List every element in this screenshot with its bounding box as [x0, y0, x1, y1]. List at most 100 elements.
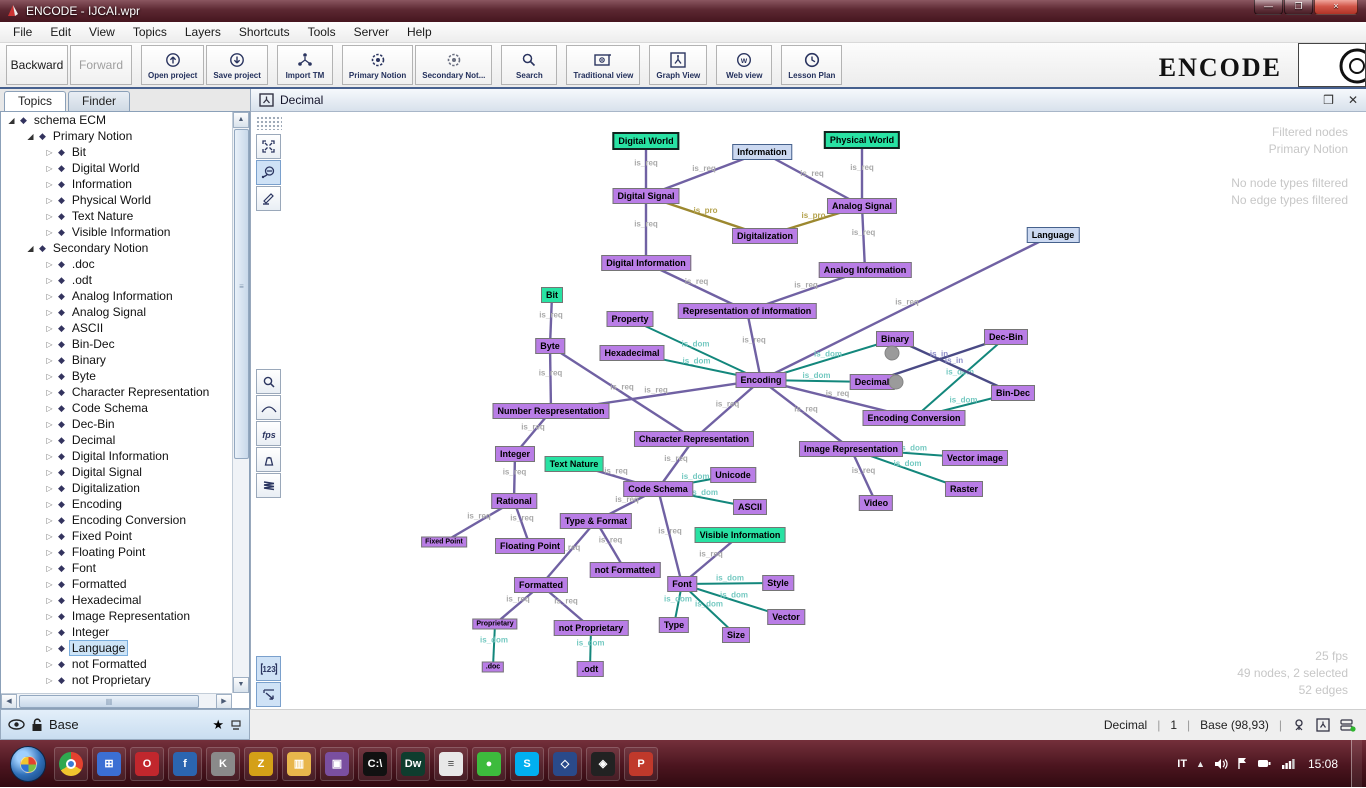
menu-item-view[interactable]: View: [80, 23, 124, 41]
graph-node-unicode[interactable]: Unicode: [710, 467, 756, 483]
graph-node-character-representation[interactable]: Character Representation: [634, 431, 754, 447]
tree-vertical-scrollbar[interactable]: ▲ ≡ ▼: [232, 112, 249, 693]
graph-node-information[interactable]: Information: [732, 144, 792, 160]
taskbar-icon-firefox-browser[interactable]: f: [168, 747, 202, 781]
graph-view-button[interactable]: Graph View: [649, 45, 707, 85]
tab-finder[interactable]: Finder: [68, 91, 130, 111]
expand-icon[interactable]: ▷: [43, 612, 56, 621]
open-project-button[interactable]: Open project: [141, 45, 204, 85]
graph-node-hexadecimal[interactable]: Hexadecimal: [599, 345, 664, 361]
tree-item-byte[interactable]: ▷◆Byte: [1, 368, 249, 384]
tree-item-schema-ecm[interactable]: ◢◆schema ECM: [1, 112, 249, 128]
tree-item-doc[interactable]: ▷◆.doc: [1, 256, 249, 272]
taskbar-icon-opera-browser[interactable]: O: [130, 747, 164, 781]
tab-topics[interactable]: Topics: [4, 91, 66, 111]
tree-item-floating-point[interactable]: ▷◆Floating Point: [1, 544, 249, 560]
graph-node-ascii[interactable]: ASCII: [733, 499, 767, 515]
taskbar-icon-app-grid[interactable]: ⊞: [92, 747, 126, 781]
taskbar-icon-energy-tool[interactable]: Z: [244, 747, 278, 781]
tree-item-odt[interactable]: ▷◆.odt: [1, 272, 249, 288]
collapse-icon[interactable]: ◢: [5, 116, 18, 125]
taskbar-clock[interactable]: 15:08: [1308, 757, 1338, 771]
zoom-tool[interactable]: [256, 369, 281, 394]
taskbar-icon-media-player[interactable]: ●: [472, 747, 506, 781]
tree-item-primary-notion[interactable]: ◢◆Primary Notion: [1, 128, 249, 144]
expand-icon[interactable]: ▷: [43, 532, 56, 541]
tree-item-character-representation[interactable]: ▷◆Character Representation: [1, 384, 249, 400]
graph-node-doc[interactable]: .doc: [482, 662, 504, 673]
backward-button[interactable]: Backward: [6, 45, 68, 85]
numbering-tool[interactable]: 123: [256, 656, 281, 681]
graph-node-visible-information[interactable]: Visible Information: [695, 527, 786, 543]
expand-icon[interactable]: ▷: [43, 276, 56, 285]
maximize-button[interactable]: ❐: [1284, 0, 1313, 15]
expand-icon[interactable]: ▷: [43, 676, 56, 685]
graph-node-formatted[interactable]: Formatted: [514, 577, 568, 593]
taskbar-icon-command-prompt[interactable]: C:\: [358, 747, 392, 781]
expand-icon[interactable]: ▷: [43, 516, 56, 525]
expand-icon[interactable]: ▷: [43, 180, 56, 189]
curve-tool[interactable]: [256, 395, 281, 420]
expand-icon[interactable]: ▷: [43, 308, 56, 317]
tree-item-image-representation[interactable]: ▷◆Image Representation: [1, 608, 249, 624]
pointer-tool[interactable]: [256, 682, 281, 707]
taskbar-icon-modeling-cube[interactable]: ◇: [548, 747, 582, 781]
tree-item-bin-dec[interactable]: ▷◆Bin-Dec: [1, 336, 249, 352]
graph-node-not-formatted[interactable]: not Formatted: [590, 562, 661, 578]
graph-node-code-schema[interactable]: Code Schema: [623, 481, 693, 497]
tree-item-encoding[interactable]: ▷◆Encoding: [1, 496, 249, 512]
scroll-left-icon[interactable]: ◀: [1, 694, 17, 709]
show-desktop-button[interactable]: [1351, 740, 1362, 787]
save-project-button[interactable]: Save project: [206, 45, 268, 85]
graph-node-analog-information[interactable]: Analog Information: [819, 262, 912, 278]
tree-item-encoding-conversion[interactable]: ▷◆Encoding Conversion: [1, 512, 249, 528]
taskbar-icon-text-editor[interactable]: ≡: [434, 747, 468, 781]
tree-vscroll-thumb[interactable]: ≡: [234, 129, 249, 459]
graph-node-vector-image[interactable]: Vector image: [942, 450, 1008, 466]
graph-node-digital-signal[interactable]: Digital Signal: [612, 188, 679, 204]
tree-item-not-formatted[interactable]: ▷◆not Formatted: [1, 656, 249, 672]
expand-icon[interactable]: ▷: [43, 644, 56, 653]
graph-node-digital-world[interactable]: Digital World: [612, 132, 679, 150]
graph-node-bit[interactable]: Bit: [541, 287, 563, 303]
graph-node-encoding-conversion[interactable]: Encoding Conversion: [862, 410, 965, 426]
language-indicator[interactable]: IT: [1177, 758, 1187, 770]
selection-marker-1[interactable]: [885, 346, 900, 361]
weight-tool[interactable]: [256, 447, 281, 472]
tree-item-digital-signal[interactable]: ▷◆Digital Signal: [1, 464, 249, 480]
tree-item-binary[interactable]: ▷◆Binary: [1, 352, 249, 368]
tree-item-ascii[interactable]: ▷◆ASCII: [1, 320, 249, 336]
expand-icon[interactable]: ▷: [43, 324, 56, 333]
expand-icon[interactable]: ▷: [43, 420, 56, 429]
graph-node-vector[interactable]: Vector: [767, 609, 805, 625]
secondary-not-button[interactable]: Secondary Not...: [415, 45, 492, 85]
graph-node-number-respresentation[interactable]: Number Respresentation: [492, 403, 609, 419]
expand-icon[interactable]: ▷: [43, 148, 56, 157]
taskbar-icon-presentation-app[interactable]: P: [624, 747, 658, 781]
search-button[interactable]: Search: [501, 45, 557, 85]
menu-item-tools[interactable]: Tools: [299, 23, 345, 41]
expand-icon[interactable]: ▷: [43, 228, 56, 237]
layer-options-icon[interactable]: [230, 719, 242, 731]
expand-icon[interactable]: ▷: [43, 596, 56, 605]
graph-node-representation-of-information[interactable]: Representation of information: [678, 303, 817, 319]
server-status-icon[interactable]: [1340, 718, 1356, 732]
graph-node-dec-bin[interactable]: Dec-Bin: [984, 329, 1028, 345]
expand-icon[interactable]: ▷: [43, 484, 56, 493]
tree-item-analog-signal[interactable]: ▷◆Analog Signal: [1, 304, 249, 320]
tree-item-digital-world[interactable]: ▷◆Digital World: [1, 160, 249, 176]
menu-item-edit[interactable]: Edit: [41, 23, 80, 41]
graph-node-analog-signal[interactable]: Analog Signal: [827, 198, 897, 214]
expand-icon[interactable]: ▷: [43, 564, 56, 573]
expand-icon[interactable]: ▷: [43, 660, 56, 669]
tree-item-secondary-notion[interactable]: ◢◆Secondary Notion: [1, 240, 249, 256]
scroll-right-icon[interactable]: ▶: [216, 694, 232, 709]
expand-icon[interactable]: ▷: [43, 628, 56, 637]
lesson-plan-button[interactable]: Lesson Plan: [781, 45, 842, 85]
graph-node-not-proprietary[interactable]: not Proprietary: [554, 620, 629, 636]
volume-icon[interactable]: [1214, 758, 1228, 770]
expand-icon[interactable]: ▷: [43, 340, 56, 349]
graph-node-encoding[interactable]: Encoding: [736, 372, 787, 388]
tree-item-digital-information[interactable]: ▷◆Digital Information: [1, 448, 249, 464]
collapse-icon[interactable]: ◢: [24, 244, 37, 253]
